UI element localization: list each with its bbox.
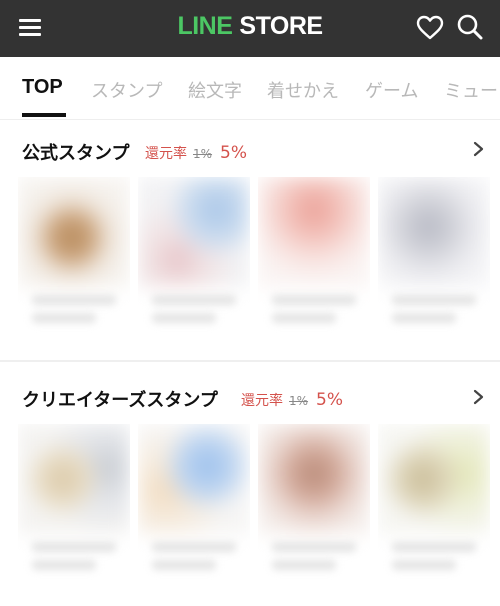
stamp-thumbnail [258, 424, 370, 534]
creators-stamps-list [0, 424, 500, 606]
list-item[interactable] [378, 177, 490, 345]
category-tabs: TOP スタンプ 絵文字 着せかえ ゲーム ミュー [0, 57, 500, 120]
creators-stamps-section: クリエイターズスタンプ 還元率 1% 5% [0, 362, 500, 606]
stamp-thumbnail [378, 177, 490, 287]
rebate-info: 還元率 1% 5% [241, 390, 343, 410]
stamp-thumbnail [18, 177, 130, 287]
official-stamps-section: 公式スタンプ 還元率 1% 5% [0, 121, 500, 360]
list-item[interactable] [258, 177, 370, 345]
tab-stamps[interactable]: スタンプ [91, 77, 162, 103]
rebate-label: 還元率 [241, 393, 283, 409]
list-item[interactable] [138, 177, 250, 345]
rebate-new-rate: 5% [316, 390, 344, 410]
stamp-thumbnail [378, 424, 490, 534]
stamp-thumbnail [138, 177, 250, 287]
creators-stamps-header[interactable]: クリエイターズスタンプ 還元率 1% 5% [0, 362, 500, 418]
top-bar: LINE STORE [0, 0, 500, 57]
search-icon[interactable] [456, 13, 484, 41]
official-stamps-header[interactable]: 公式スタンプ 還元率 1% 5% [0, 121, 500, 177]
tab-themes[interactable]: 着せかえ [267, 77, 339, 103]
stamp-thumbnail [18, 424, 130, 534]
tab-games[interactable]: ゲーム [365, 77, 418, 103]
official-stamps-list [0, 177, 500, 345]
active-tab-indicator [22, 113, 66, 117]
rebate-info: 還元率 1% 5% [145, 143, 247, 163]
tab-music[interactable]: ミュー [444, 77, 498, 103]
section-title: クリエイターズスタンプ [22, 390, 218, 411]
list-item[interactable] [378, 424, 490, 592]
list-item[interactable] [18, 177, 130, 345]
tab-emoji[interactable]: 絵文字 [188, 77, 242, 103]
tab-top[interactable]: TOP [22, 76, 63, 99]
heart-icon[interactable] [416, 15, 444, 41]
rebate-old-rate: 1% [193, 147, 213, 161]
section-title: 公式スタンプ [22, 143, 130, 164]
list-item[interactable] [18, 424, 130, 592]
stamp-thumbnail [258, 177, 370, 287]
rebate-label: 還元率 [145, 146, 187, 162]
stamp-thumbnail [138, 424, 250, 534]
rebate-new-rate: 5% [220, 143, 248, 163]
chevron-right-icon [473, 141, 484, 157]
logo-line-text: LINE [177, 12, 233, 40]
chevron-right-icon [473, 389, 484, 405]
list-item[interactable] [258, 424, 370, 592]
list-item[interactable] [138, 424, 250, 592]
logo-store-text: STORE [239, 12, 323, 40]
rebate-old-rate: 1% [289, 394, 309, 408]
